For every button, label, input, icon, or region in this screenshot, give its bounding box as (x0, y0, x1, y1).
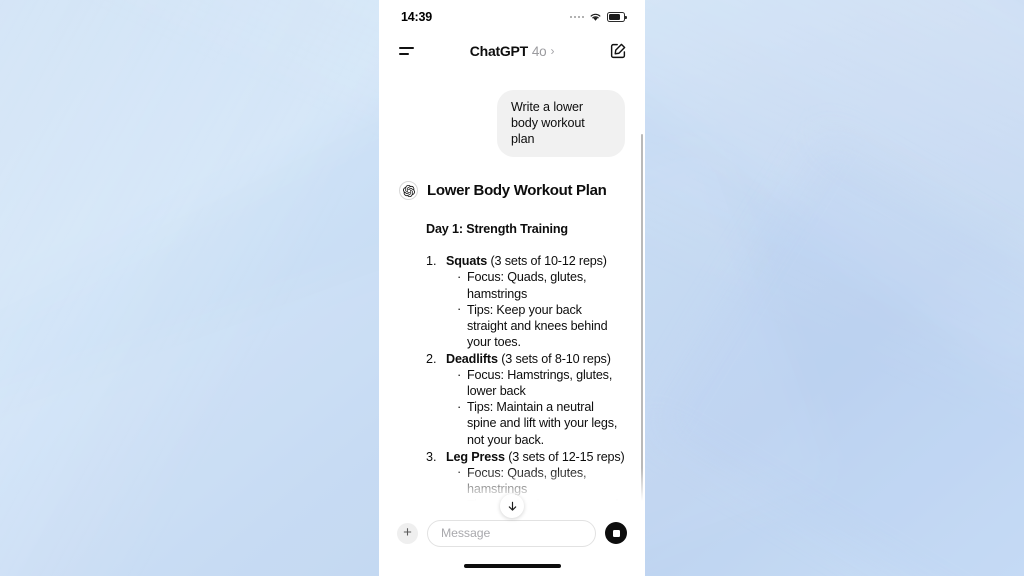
exercise-bullet: Tips: Adjust the seat properly to avoid … (455, 496, 625, 510)
stop-generating-icon[interactable] (605, 522, 627, 544)
exercise-item: 3. Leg Press (3 sets of 12-15 reps)Focus:… (426, 449, 625, 510)
nav-bar: ChatGPT 4o › (379, 34, 645, 68)
wifi-icon (590, 13, 601, 21)
exercise-detail: (3 sets of 10-12 reps) (487, 254, 607, 269)
exercise-name: Squats (446, 254, 488, 269)
message-input[interactable]: Message (427, 519, 596, 547)
exercise-heading: Deadlifts (3 sets of 8-10 reps) (446, 351, 625, 367)
exercise-bullet: Focus: Quads, glutes, hamstrings (455, 269, 625, 301)
vertical-scrollbar[interactable] (640, 134, 643, 510)
assistant-title: Lower Body Workout Plan (427, 182, 607, 200)
battery-icon (607, 12, 627, 22)
exercise-number: 1. (426, 254, 437, 269)
hamburger-menu-icon[interactable] (399, 46, 414, 57)
home-indicator-bar (463, 564, 561, 568)
exercise-bullets: Focus: Hamstrings, glutes, lower backTip… (455, 367, 625, 448)
chat-scroll-area[interactable]: Write a lower body workout plan Lower Bo… (379, 68, 645, 510)
exercise-heading: Squats (3 sets of 10-12 reps) (446, 253, 625, 269)
exercise-detail: (3 sets of 12-15 reps) (504, 449, 625, 464)
exercise-number: 3. (426, 449, 437, 464)
scroll-to-bottom-button[interactable] (500, 494, 524, 518)
openai-logo-icon (399, 181, 418, 201)
exercise-bullet: Focus: Quads, glutes, hamstrings (455, 464, 625, 497)
exercise-heading: Leg Press (3 sets of 12-15 reps) (446, 449, 625, 465)
exercise-list: 1.Squats (3 sets of 10-12 reps)Focus: Qu… (426, 253, 625, 510)
exercise-number: 2. (426, 351, 437, 366)
exercise-item: 2. Deadlifts (3 sets of 8-10 reps)Focus: … (426, 351, 625, 448)
assistant-subtitle: Day 1: Strength Training (426, 222, 568, 237)
user-message-row: Write a lower body workout plan (399, 90, 625, 158)
message-input-placeholder: Message (441, 526, 491, 540)
exercise-bullet: Focus: Hamstrings, glutes, lower back (455, 367, 625, 399)
status-bar-clock: 14:39 (401, 10, 432, 24)
exercise-name: Deadlifts (446, 351, 498, 366)
wallpaper-band (651, 135, 1024, 576)
exercise-name: Leg Press (446, 449, 505, 464)
exercise-bullets: Focus: Quads, glutes, hamstringsTips: Ad… (455, 464, 625, 510)
phone-screen: 14:39 ChatGPT 4o › Write a lower body wo… (379, 0, 645, 576)
exercise-bullet: Tips: Maintain a neutral spine and lift … (455, 399, 625, 447)
compose-new-chat-icon[interactable] (609, 42, 627, 60)
exercise-item: 1. Squats (3 sets of 10-12 reps)Focus: Qu… (426, 253, 625, 350)
cellular-dots-icon (569, 15, 584, 19)
nav-model-label: 4o (531, 43, 547, 59)
plus-icon[interactable]: + (397, 522, 418, 544)
status-bar: 14:39 (379, 0, 645, 34)
chevron-right-icon: › (550, 44, 555, 58)
exercise-bullets: Focus: Quads, glutes, hamstringsTips: Ke… (455, 269, 625, 350)
home-indicator-area (379, 556, 645, 576)
user-message-bubble: Write a lower body workout plan (497, 90, 625, 158)
assistant-message: Lower Body Workout Plan Day 1: Strength … (399, 181, 625, 510)
exercise-bullet: Tips: Keep your back straight and knees … (455, 301, 625, 350)
nav-title-text: ChatGPT (469, 43, 528, 59)
exercise-detail: (3 sets of 8-10 reps) (497, 351, 611, 366)
page-title[interactable]: ChatGPT 4o › (379, 43, 645, 59)
arrow-down-icon (508, 501, 516, 511)
